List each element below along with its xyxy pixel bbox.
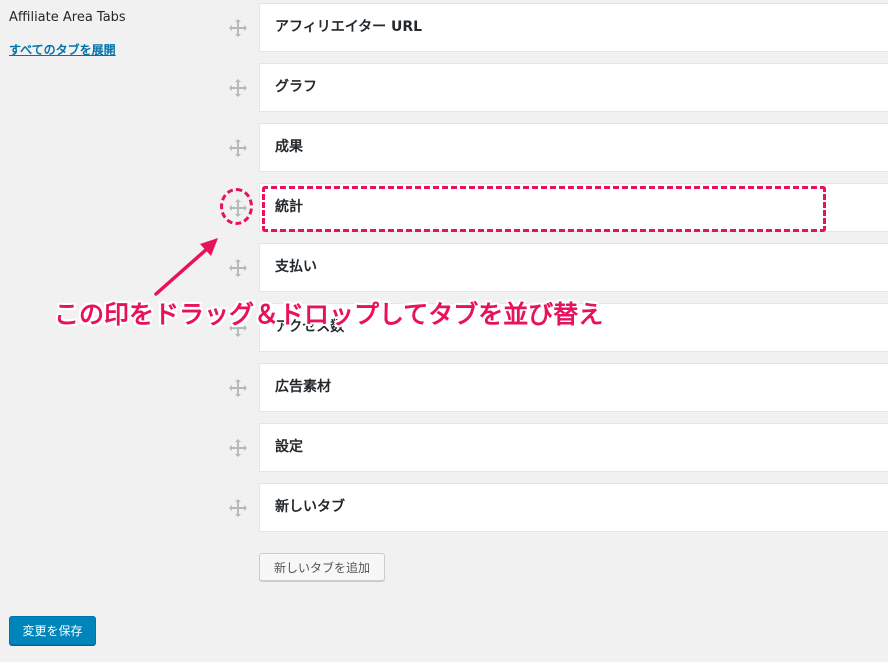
move-arrows-icon	[229, 319, 247, 337]
move-arrows-icon	[229, 379, 247, 397]
drag-handle[interactable]	[228, 258, 248, 278]
tab-row[interactable]: アフィリエイター URL	[259, 3, 888, 52]
tab-label: アクセス数	[275, 319, 345, 335]
drag-handle[interactable]	[228, 378, 248, 398]
save-changes-button[interactable]: 変更を保存	[9, 616, 96, 645]
move-arrows-icon	[229, 19, 247, 37]
move-arrows-icon	[229, 199, 247, 217]
section-title: Affiliate Area Tabs	[9, 10, 126, 25]
move-arrows-icon	[229, 139, 247, 157]
tab-label: 広告素材	[275, 379, 331, 395]
tab-row[interactable]: アクセス数	[259, 303, 888, 352]
drag-handle[interactable]	[228, 318, 248, 338]
tab-row[interactable]: 設定	[259, 423, 888, 472]
tab-label: アフィリエイター URL	[275, 19, 423, 35]
tab-row[interactable]: 支払い	[259, 243, 888, 292]
drag-handle[interactable]	[228, 78, 248, 98]
tab-label: 設定	[275, 439, 303, 455]
drag-handle[interactable]	[228, 18, 248, 38]
drag-handle[interactable]	[228, 438, 248, 458]
tab-label: 統計	[275, 199, 303, 215]
tab-row[interactable]: 成果	[259, 123, 888, 172]
move-arrows-icon	[229, 439, 247, 457]
tab-row[interactable]: 統計	[259, 183, 888, 232]
tab-label: 成果	[275, 139, 303, 155]
tab-label: 新しいタブ	[275, 499, 345, 515]
add-tab-button[interactable]: 新しいタブを追加	[259, 553, 385, 581]
expand-all-tabs-link[interactable]: すべてのタブを展開	[9, 41, 116, 58]
tab-row[interactable]: 新しいタブ	[259, 483, 888, 532]
tab-label: 支払い	[275, 259, 317, 275]
move-arrows-icon	[229, 79, 247, 97]
annotation-arrow-icon	[154, 238, 218, 296]
tab-row[interactable]: 広告素材	[259, 363, 888, 412]
tab-row[interactable]: グラフ	[259, 63, 888, 112]
drag-handle[interactable]	[228, 198, 248, 218]
tab-label: グラフ	[275, 79, 317, 95]
move-arrows-icon	[229, 499, 247, 517]
drag-handle[interactable]	[228, 498, 248, 518]
drag-handle[interactable]	[228, 138, 248, 158]
move-arrows-icon	[229, 259, 247, 277]
